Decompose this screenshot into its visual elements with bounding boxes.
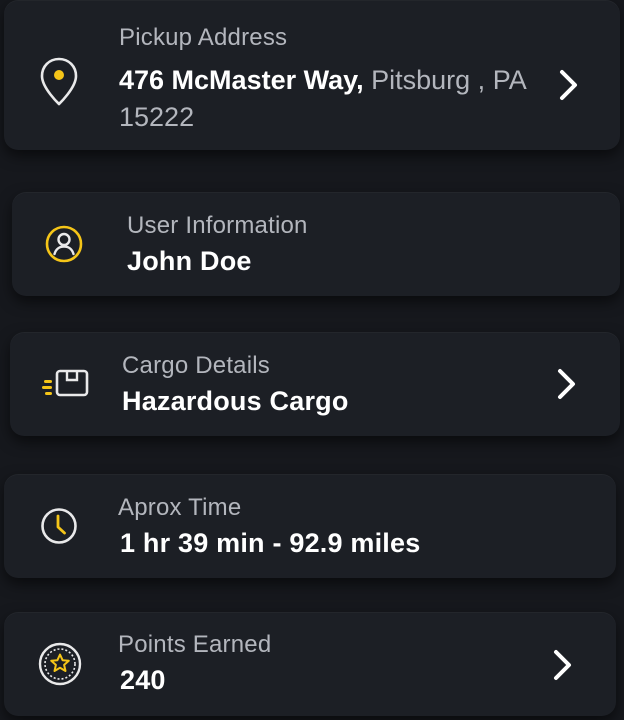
pickup-city: Pitsburg , <box>371 65 486 95</box>
cargo-box-icon <box>42 369 89 397</box>
user-name-value: John Doe <box>127 246 252 276</box>
aprox-time-value: 1 hr 39 min - 92.9 miles <box>120 528 421 558</box>
points-chevron-right-icon[interactable] <box>551 648 575 682</box>
cargo-details-label: Cargo Details <box>122 352 270 379</box>
pickup-chevron-right-icon[interactable] <box>557 68 581 102</box>
clock-icon <box>41 508 77 544</box>
cargo-details-card[interactable]: Cargo Details Hazardous Cargo <box>10 332 620 436</box>
points-earned-value: 240 <box>120 665 166 695</box>
aprox-time-card: Aprox Time 1 hr 39 min - 92.9 miles <box>4 474 616 578</box>
pickup-address-card[interactable]: Pickup Address 476 McMaster Way, Pitsbur… <box>4 0 620 150</box>
pickup-address-label: Pickup Address <box>119 24 288 51</box>
user-information-label: User Information <box>127 212 308 239</box>
aprox-time-label: Aprox Time <box>118 494 242 521</box>
user-icon <box>45 225 83 263</box>
user-information-card[interactable]: User Information John Doe <box>12 192 620 296</box>
pickup-street: 476 McMaster Way, <box>119 65 364 95</box>
points-earned-label: Points Earned <box>118 631 272 658</box>
cargo-chevron-right-icon[interactable] <box>555 367 579 401</box>
location-pin-icon <box>40 57 78 106</box>
cargo-type-value: Hazardous Cargo <box>122 386 349 416</box>
points-earned-card[interactable]: Points Earned 240 <box>4 612 616 716</box>
star-coin-icon <box>38 642 82 686</box>
pickup-address-value: 476 McMaster Way, Pitsburg , PA 15222 <box>119 62 539 136</box>
